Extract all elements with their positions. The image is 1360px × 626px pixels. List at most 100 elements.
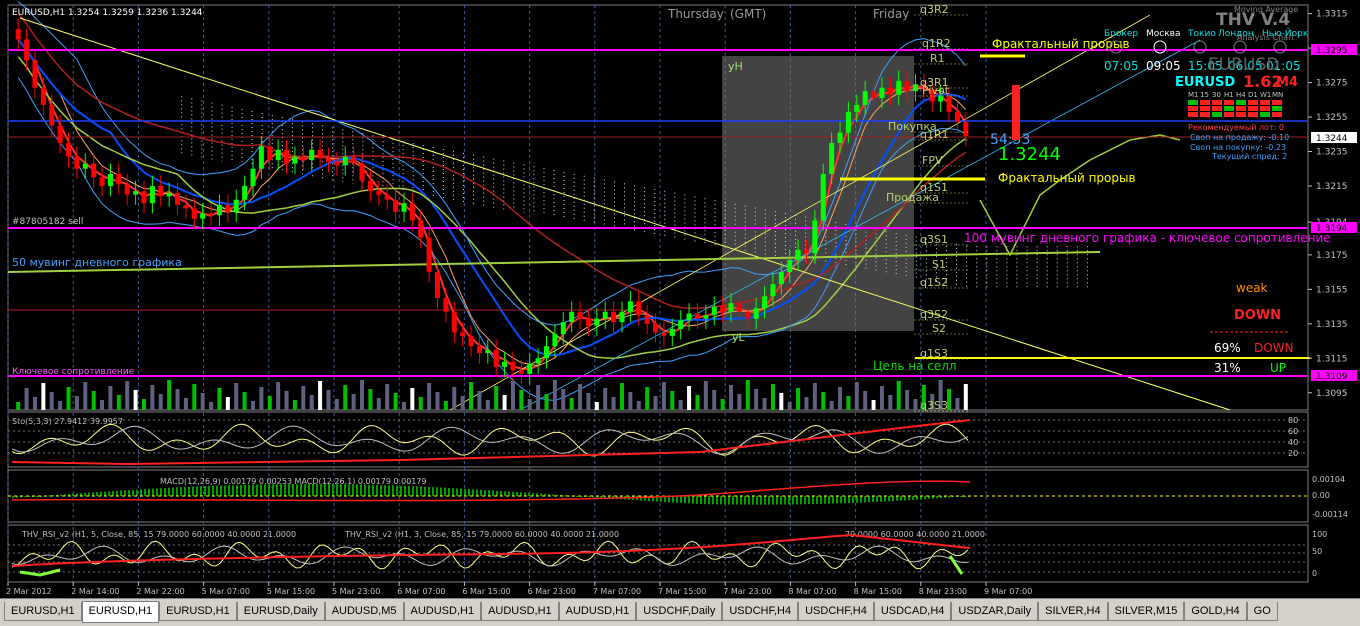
macd-bar	[508, 491, 510, 496]
panel-subtitle-1: Moving Average	[1234, 5, 1298, 14]
macd-bar	[772, 496, 774, 505]
volume-bar	[494, 386, 499, 410]
macd-bar	[36, 496, 38, 497]
macd-bar	[340, 484, 342, 496]
macd-bar	[380, 485, 382, 496]
volume-bar	[16, 402, 21, 410]
macd-bar	[764, 496, 766, 505]
pivot-label: S2	[932, 322, 946, 335]
candle-body	[175, 192, 181, 205]
candle-body	[627, 301, 633, 312]
chart-tab[interactable]: AUDUSD,M5	[324, 602, 404, 621]
price-box-1244-text: 1.3244	[1316, 134, 1348, 144]
volume-bar	[661, 382, 666, 410]
price-tick-label: 1.3115	[1316, 354, 1348, 364]
volume-bar	[167, 380, 172, 410]
macd-bar	[760, 496, 762, 505]
macd-bar	[120, 490, 122, 496]
candle-body	[141, 191, 147, 204]
time-tick-label: 7 Mar 15:00	[658, 587, 706, 596]
macd-bar	[484, 489, 486, 496]
chart-tab[interactable]: AUDUSD,H1	[558, 602, 637, 621]
chart-tab[interactable]: GO	[1246, 602, 1278, 621]
volume-bar	[368, 389, 373, 410]
macd-bar	[224, 485, 226, 496]
chart-tab[interactable]: EURUSD,H1	[159, 602, 237, 621]
ma100-label: 100 мувинг дневного графика - ключевое с…	[964, 231, 1331, 245]
volume-bar	[32, 397, 37, 410]
chart-tab[interactable]: USDZAR,Daily	[951, 602, 1039, 621]
macd-bar	[916, 496, 918, 500]
chart-tab[interactable]: USDCHF,H4	[722, 602, 799, 621]
macd-bar	[504, 491, 506, 496]
volume-bar	[83, 382, 88, 410]
candle-body	[418, 220, 424, 238]
fractal-label-mid: Фрактальный прорыв	[998, 171, 1136, 185]
yl-label: yL	[732, 331, 746, 344]
macd-tick-label: 0.00	[1312, 491, 1330, 500]
timeframe-label: D1	[1248, 91, 1258, 99]
macd-bar	[880, 496, 882, 502]
volume-bar	[334, 399, 339, 410]
chart-tab[interactable]: USDCHF,H4	[798, 602, 874, 621]
volume-bar	[536, 385, 541, 410]
volume-bar	[276, 382, 281, 410]
macd-bar	[824, 496, 826, 504]
rsi-label-1: THV_RSI_v2 (H1, 5, Close, 85, 15 79.0000…	[21, 530, 296, 539]
chart-tab[interactable]: SILVER,H4	[1038, 602, 1108, 621]
macd-bar	[304, 484, 306, 496]
panel-swap-buy: Своп на покупку: -0.23	[1190, 143, 1286, 152]
candle-body	[443, 297, 449, 312]
chart-tab[interactable]: EURUSD,H1	[4, 602, 82, 621]
candle-body	[845, 111, 851, 133]
stoch-level-label: 40	[1288, 438, 1298, 447]
macd-bar	[88, 492, 90, 496]
volume-bar	[745, 380, 750, 410]
volume-bar	[779, 393, 784, 410]
candle-body	[812, 220, 818, 254]
trend-up-pct: 31%	[1214, 361, 1241, 375]
macd-bar	[692, 496, 694, 504]
timeframe-cell	[1224, 112, 1234, 117]
macd-bar	[200, 486, 202, 496]
candle-body	[653, 323, 659, 333]
time-tick-label: 8 Mar 15:00	[854, 587, 902, 596]
candle-body	[770, 284, 776, 297]
stoch-level-label: 60	[1288, 427, 1298, 436]
chart-tab[interactable]: SILVER,M15	[1107, 602, 1185, 621]
volume-bar	[24, 388, 29, 410]
rsi-label-3: 79.0000 60.0000 40.0000 21.0000	[845, 530, 985, 539]
candle-body	[611, 311, 617, 323]
candle-body	[837, 132, 843, 143]
timeframe-cell	[1272, 112, 1282, 117]
macd-bar	[160, 488, 162, 496]
macd-bar	[900, 496, 902, 501]
macd-bar	[476, 489, 478, 496]
candle-body	[896, 80, 902, 95]
volume-bar	[251, 401, 255, 410]
macd-bar	[800, 496, 802, 505]
chart-tab[interactable]: AUDUSD,H1	[481, 602, 559, 621]
timeframe-cell	[1248, 112, 1258, 117]
chart-tab[interactable]: EURUSD,H1	[81, 601, 160, 623]
timeframe-cell	[1236, 100, 1246, 105]
candle-body	[107, 173, 113, 186]
candle-body	[292, 156, 298, 164]
chart-tab[interactable]: USDCAD,H4	[873, 602, 952, 621]
macd-bar	[268, 484, 270, 496]
macd-bar	[312, 484, 314, 496]
pivot-label: R1	[930, 52, 945, 65]
macd-bar	[448, 487, 450, 496]
chart-tab[interactable]: AUDUSD,H1	[403, 602, 482, 621]
trading-chart[interactable]: q3R2q1R2R1q3R1PivotПокупкаq1R1FPVq1S1Про…	[0, 0, 1360, 598]
chart-tab[interactable]: GOLD,H4	[1184, 602, 1247, 621]
chart-tab[interactable]: EURUSD,Daily	[236, 602, 325, 621]
volume-bar	[217, 388, 222, 410]
pivot-label: q3R2	[920, 3, 949, 16]
chart-tab[interactable]: USDCHF,Daily	[636, 602, 723, 621]
time-tick-label: 2 Mar 22:00	[136, 587, 184, 596]
volume-bar	[729, 385, 733, 410]
trend-direction: DOWN	[1234, 308, 1281, 323]
macd-bar	[872, 496, 874, 503]
macd-bar	[452, 488, 454, 496]
